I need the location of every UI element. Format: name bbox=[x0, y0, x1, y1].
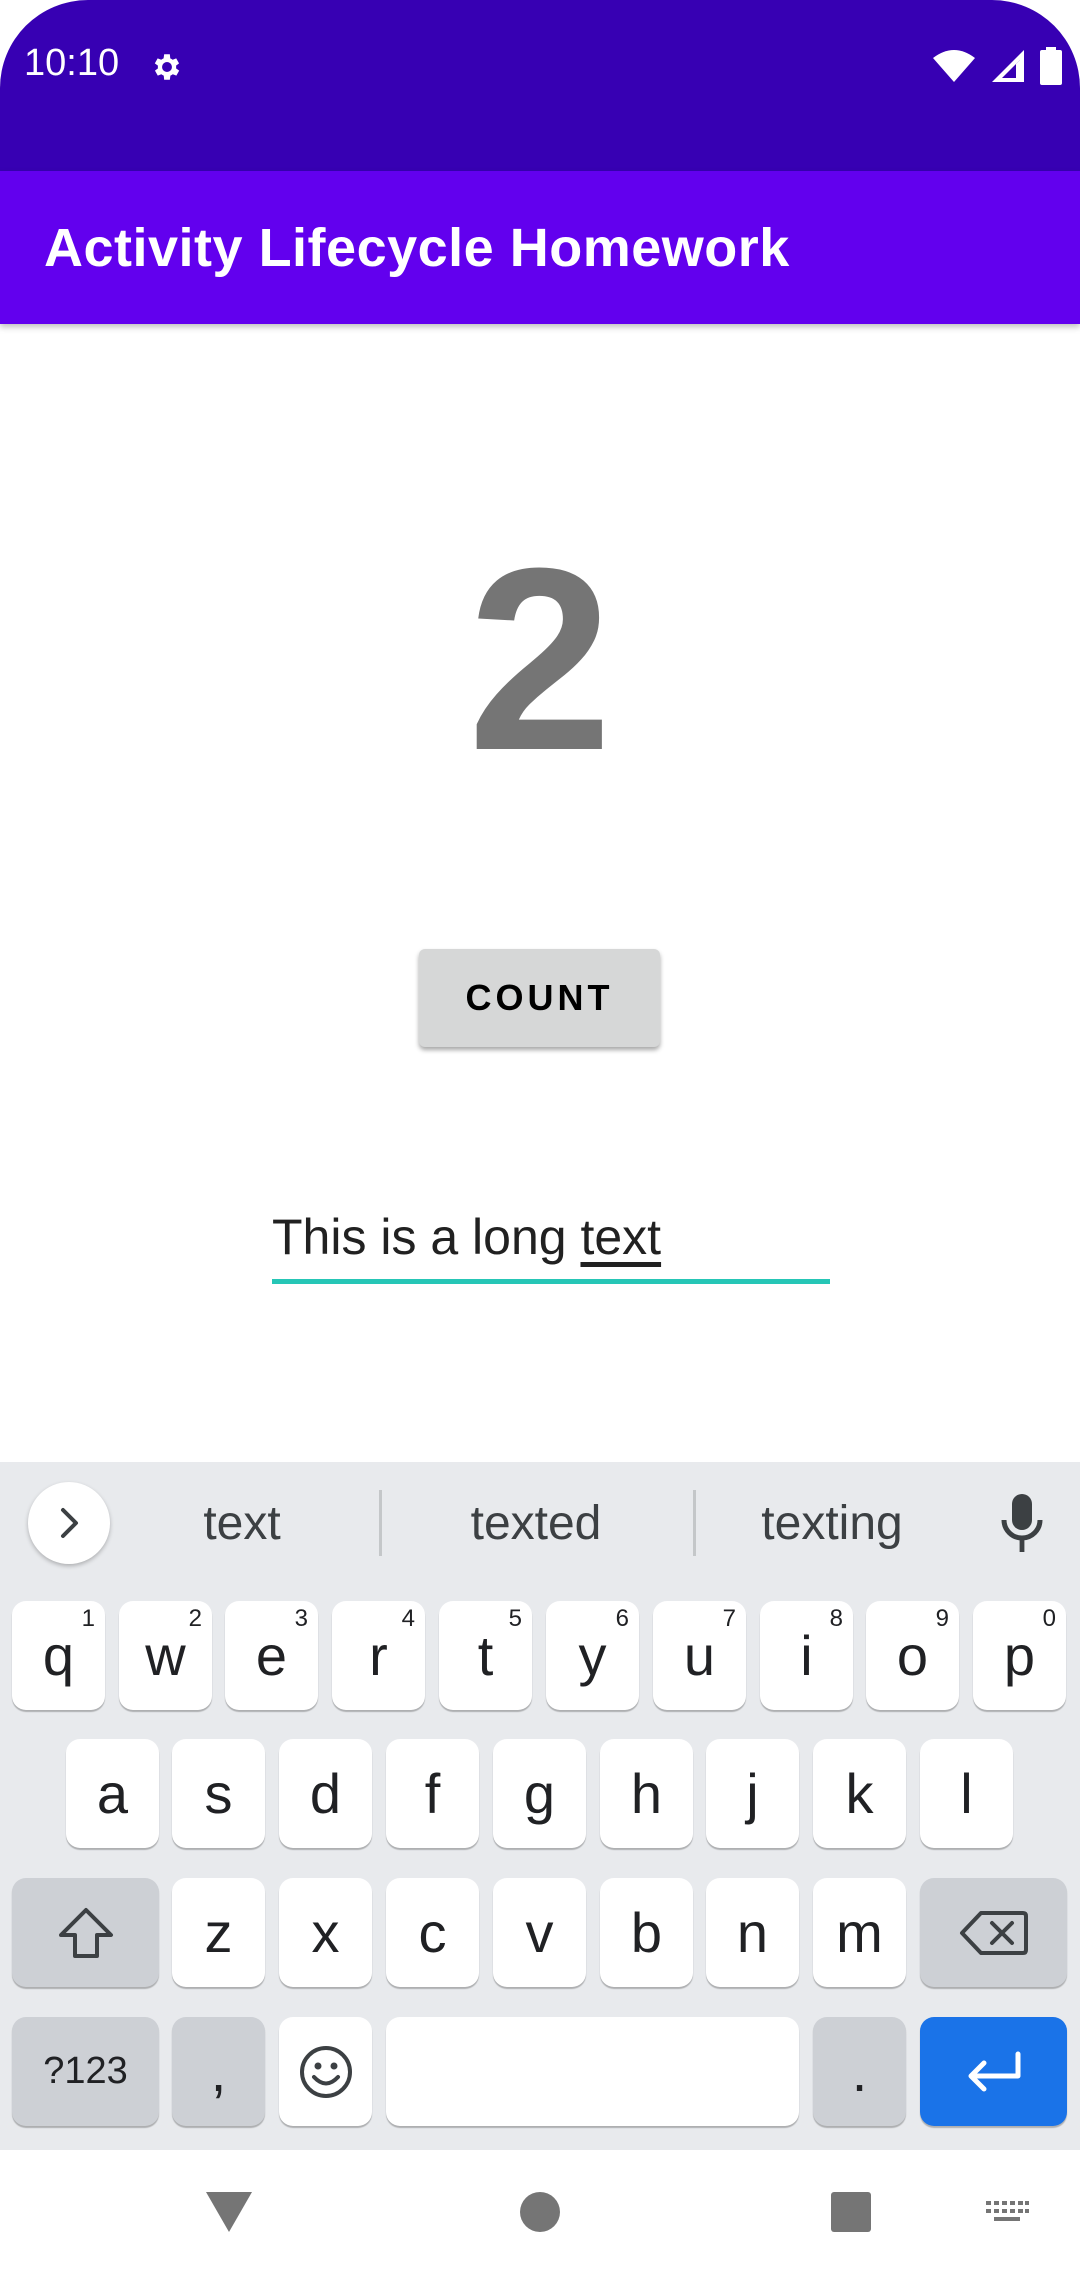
suggestion-divider bbox=[693, 1490, 696, 1556]
key-p-label: p bbox=[1003, 1624, 1036, 1687]
key-y-hint: 6 bbox=[615, 1605, 629, 1632]
app-bar: Activity Lifecycle Homework bbox=[0, 171, 1080, 324]
key-p[interactable]: p0 bbox=[973, 1601, 1066, 1710]
settings-gear-icon bbox=[154, 54, 180, 80]
navigation-bar bbox=[0, 2150, 1080, 2280]
key-u[interactable]: u7 bbox=[653, 1601, 746, 1710]
count-button[interactable]: COUNT bbox=[419, 949, 660, 1047]
key-t-hint: 5 bbox=[508, 1605, 522, 1632]
key-y-label: y bbox=[578, 1624, 607, 1687]
screen: 10:10 Activity Lifecycle Homework 2 COUN… bbox=[0, 0, 1080, 2280]
key-x[interactable]: x bbox=[279, 1878, 372, 1987]
emoji-smiley-icon bbox=[299, 2045, 352, 2098]
key-r[interactable]: r4 bbox=[332, 1601, 425, 1710]
microphone-icon[interactable] bbox=[998, 1492, 1046, 1554]
key-b[interactable]: b bbox=[600, 1878, 693, 1987]
emoji-key[interactable] bbox=[279, 2017, 372, 2126]
cell-signal-icon bbox=[992, 50, 1024, 82]
suggestion-3[interactable]: texting bbox=[724, 1496, 940, 1551]
space-key[interactable] bbox=[386, 2017, 799, 2126]
key-t[interactable]: t5 bbox=[439, 1601, 532, 1710]
shift-arrow-icon bbox=[58, 1907, 113, 1958]
text-input[interactable]: This is a long text bbox=[272, 1200, 830, 1284]
wifi-icon bbox=[933, 50, 975, 82]
key-r-hint: 4 bbox=[401, 1605, 415, 1632]
comma-key[interactable]: , bbox=[172, 2017, 265, 2126]
enter-arrow-icon bbox=[968, 2051, 1020, 2091]
key-i-hint: 8 bbox=[829, 1605, 843, 1632]
key-w-label: w bbox=[145, 1624, 186, 1687]
key-s[interactable]: s bbox=[172, 1739, 265, 1848]
backspace-icon bbox=[959, 1910, 1028, 1955]
count-display: 2 bbox=[467, 515, 613, 805]
chevron-right-icon bbox=[61, 1508, 78, 1538]
key-n[interactable]: n bbox=[706, 1878, 799, 1987]
key-d[interactable]: d bbox=[279, 1739, 372, 1848]
text-input-committed: This is a long bbox=[272, 1209, 581, 1265]
key-z[interactable]: z bbox=[172, 1878, 265, 1987]
status-time: 10:10 bbox=[24, 42, 120, 84]
key-f[interactable]: f bbox=[386, 1739, 479, 1848]
key-o[interactable]: o9 bbox=[866, 1601, 959, 1710]
key-e-label: e bbox=[255, 1624, 288, 1687]
key-e[interactable]: e3 bbox=[225, 1601, 318, 1710]
key-m[interactable]: m bbox=[813, 1878, 906, 1987]
key-l[interactable]: l bbox=[920, 1739, 1013, 1848]
backspace-key[interactable] bbox=[920, 1878, 1067, 1987]
key-i-label: i bbox=[800, 1624, 813, 1687]
key-r-label: r bbox=[369, 1624, 388, 1687]
key-q[interactable]: q1 bbox=[12, 1601, 105, 1710]
key-i[interactable]: i8 bbox=[760, 1601, 853, 1710]
key-h[interactable]: h bbox=[600, 1739, 693, 1848]
key-k[interactable]: k bbox=[813, 1739, 906, 1848]
key-v[interactable]: v bbox=[493, 1878, 586, 1987]
key-u-label: u bbox=[683, 1624, 716, 1687]
app-title: Activity Lifecycle Homework bbox=[44, 218, 790, 278]
key-o-hint: 9 bbox=[935, 1605, 949, 1632]
key-q-hint: 1 bbox=[81, 1605, 95, 1632]
symbols-key[interactable]: ?123 bbox=[12, 2017, 159, 2126]
back-triangle-icon[interactable] bbox=[204, 2190, 254, 2234]
key-a[interactable]: a bbox=[66, 1739, 159, 1848]
key-p-hint: 0 bbox=[1042, 1605, 1056, 1632]
key-o-label: o bbox=[896, 1624, 929, 1687]
period-key[interactable]: . bbox=[813, 2017, 906, 2126]
key-e-hint: 3 bbox=[294, 1605, 308, 1632]
key-w-hint: 2 bbox=[188, 1605, 202, 1632]
keyboard-switcher-icon[interactable] bbox=[984, 2198, 1030, 2228]
key-j[interactable]: j bbox=[706, 1739, 799, 1848]
key-q-label: q bbox=[42, 1624, 75, 1687]
suggestion-divider bbox=[379, 1490, 382, 1556]
key-g[interactable]: g bbox=[493, 1739, 586, 1848]
suggestion-2[interactable]: texted bbox=[410, 1496, 662, 1551]
key-c[interactable]: c bbox=[386, 1878, 479, 1987]
key-w[interactable]: w2 bbox=[119, 1601, 212, 1710]
text-input-composing: text bbox=[580, 1209, 662, 1265]
suggestion-strip: text texted texting bbox=[0, 1462, 1080, 1580]
home-circle-icon[interactable] bbox=[518, 2190, 562, 2234]
battery-icon bbox=[1040, 47, 1062, 85]
suggestion-1[interactable]: text bbox=[150, 1496, 334, 1551]
status-icons bbox=[932, 46, 1062, 86]
key-y[interactable]: y6 bbox=[546, 1601, 639, 1710]
shift-key[interactable] bbox=[12, 1878, 159, 1987]
recents-square-icon[interactable] bbox=[829, 2190, 873, 2234]
expand-toolbar-button[interactable] bbox=[28, 1482, 110, 1564]
soft-keyboard: text texted texting q1 w2 e3 r4 t5 y6 u7… bbox=[0, 1462, 1080, 2150]
text-input-underline bbox=[272, 1279, 830, 1284]
key-u-hint: 7 bbox=[722, 1605, 736, 1632]
key-t-label: t bbox=[477, 1624, 494, 1687]
text-input-value: This is a long text bbox=[272, 1208, 661, 1266]
status-bar: 10:10 bbox=[0, 0, 1080, 171]
enter-key[interactable] bbox=[920, 2017, 1067, 2126]
